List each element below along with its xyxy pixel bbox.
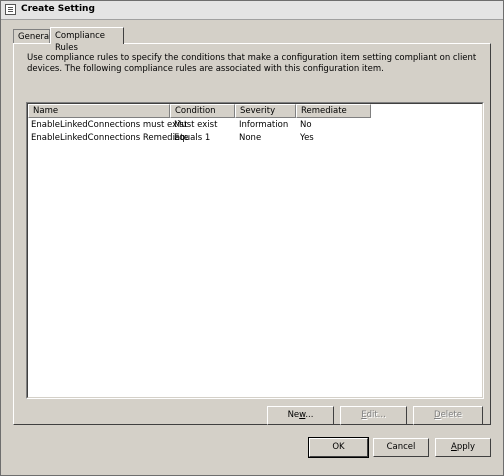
create-setting-dialog: Create Setting General Compliance Rules … [0,0,504,476]
column-header-condition[interactable]: Condition [170,104,235,118]
new-button-label-part: Ne [287,410,300,420]
apply-button[interactable]: Apply [435,438,491,457]
edit-button-label-part: dit... [366,410,386,420]
compliance-rules-list[interactable]: Name Condition Severity Remediate Enable… [26,102,484,399]
window-title: Create Setting [21,4,95,14]
delete-button[interactable]: Delete [413,406,483,425]
row-name: EnableLinkedConnections must exist [31,120,188,130]
title-bar[interactable]: Create Setting [1,1,503,20]
window-icon [5,4,16,15]
column-header-remediate[interactable]: Remediate [296,104,371,118]
column-header-severity[interactable]: Severity [235,104,296,118]
row-name: EnableLinkedConnections Remediate [31,133,189,143]
delete-button-label-part: elete [440,410,462,420]
cancel-button[interactable]: Cancel [373,438,429,457]
row-condition: Must exist [174,120,218,130]
ok-button[interactable]: OK [308,437,369,458]
apply-button-label-part: pply [456,442,475,452]
row-severity: Information [239,120,289,130]
edit-button[interactable]: Edit... [340,406,407,425]
tab-general[interactable]: General [13,29,52,43]
new-button[interactable]: New... [267,406,334,425]
column-header-name[interactable]: Name [28,104,170,118]
tab-compliance-rules[interactable]: Compliance Rules [50,27,124,53]
row-remediate: Yes [300,133,314,143]
row-severity: None [239,133,262,143]
row-remediate: No [300,120,312,130]
description-text: Use compliance rules to specify the cond… [27,53,477,74]
new-button-label-part: ... [305,410,314,420]
row-condition: Equals 1 [174,133,211,143]
